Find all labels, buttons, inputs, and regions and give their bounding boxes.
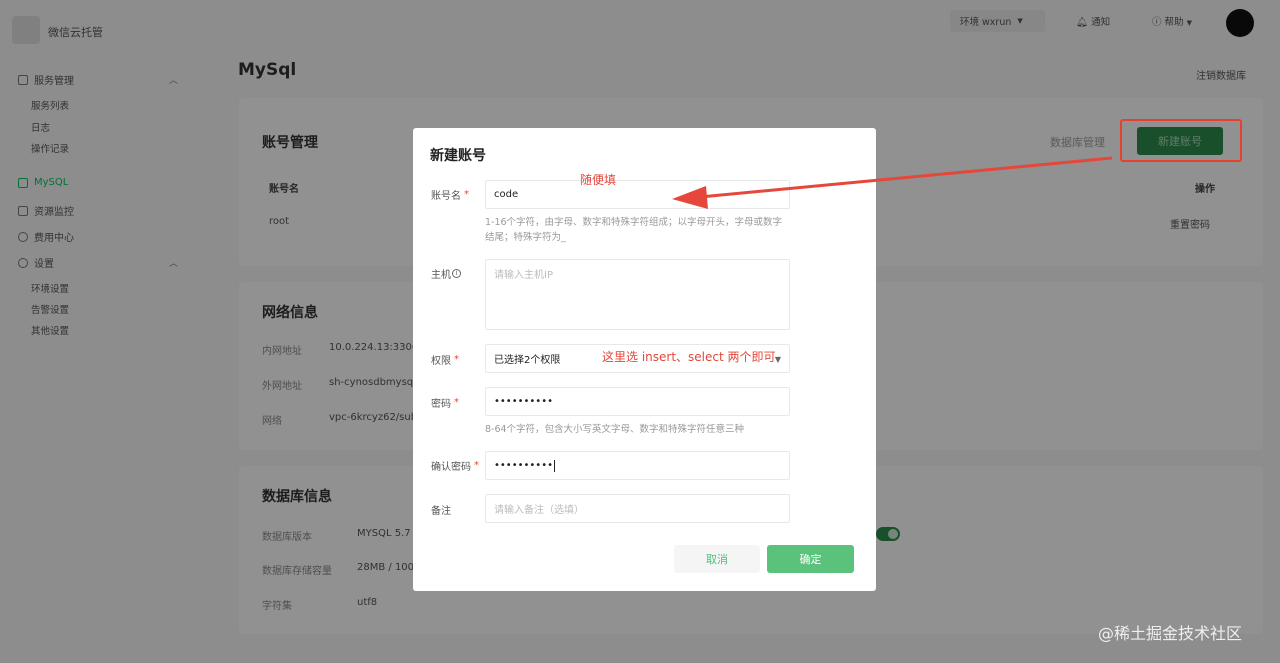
annotation-arrow-line (699, 156, 1113, 199)
annotation-arrow-head (672, 186, 708, 209)
watermark: @稀土掘金技术社区 (1098, 624, 1243, 643)
annotation-arrow (672, 156, 1113, 209)
